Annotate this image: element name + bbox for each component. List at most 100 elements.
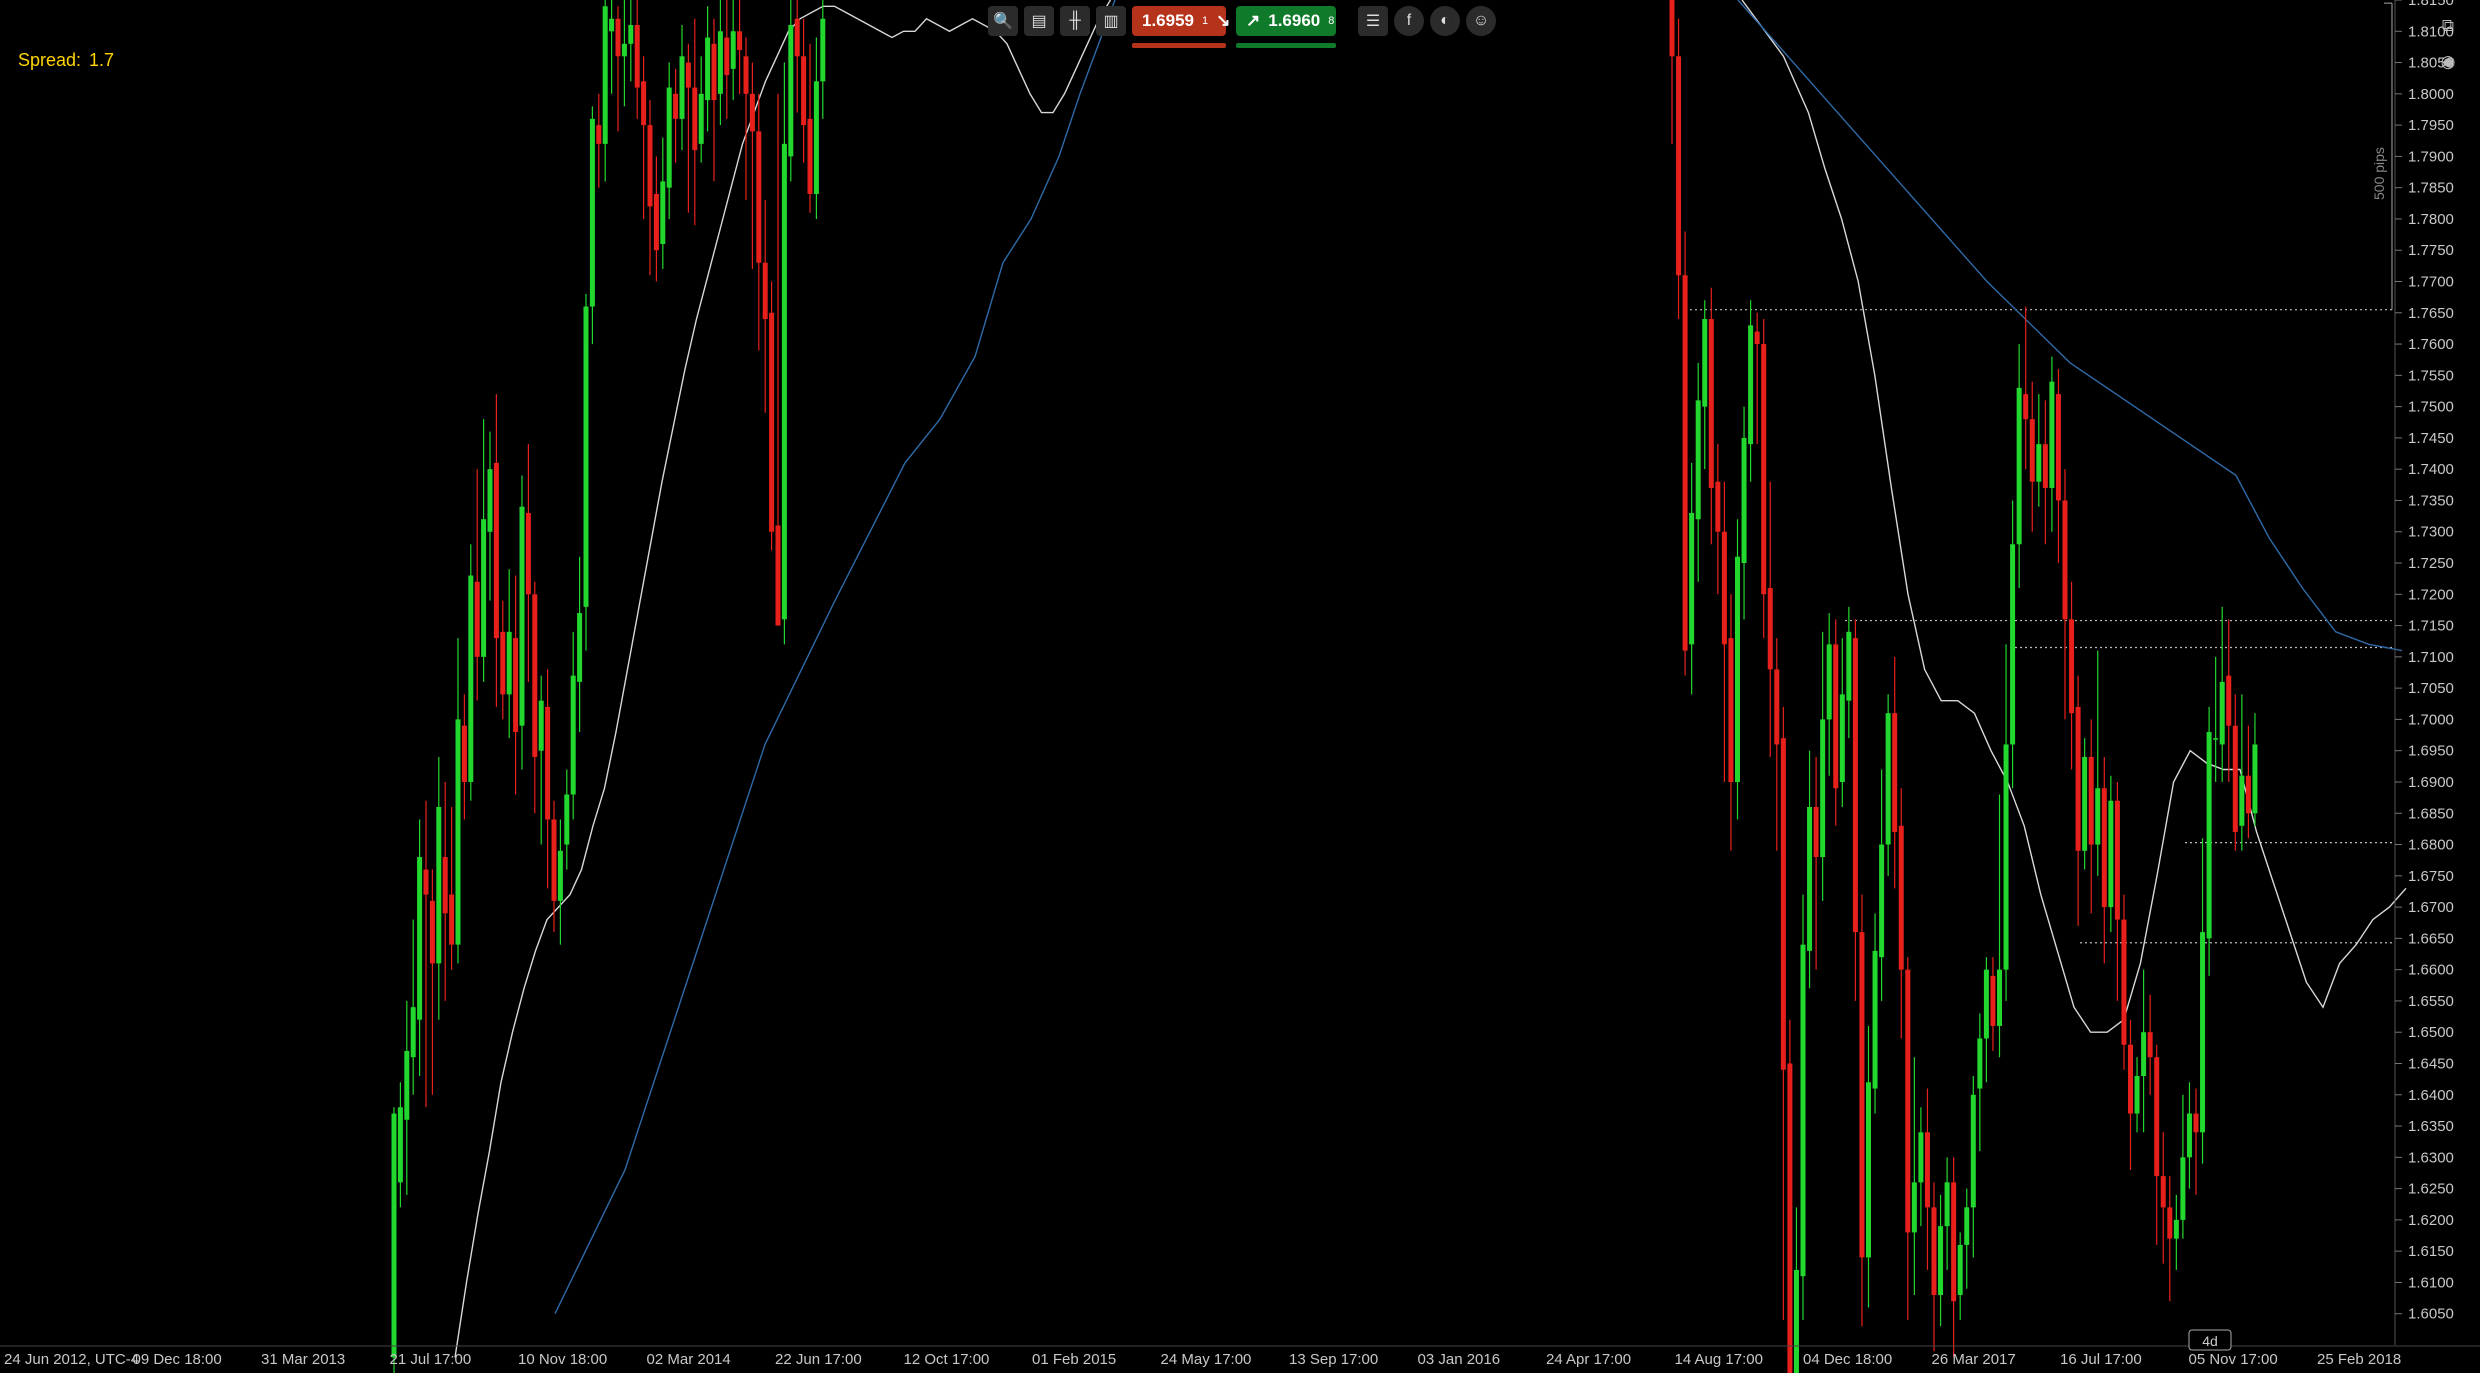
- candle: [391, 1107, 397, 1373]
- candle-body: [673, 93, 679, 119]
- candle-body: [641, 81, 647, 126]
- candle-body: [2252, 744, 2258, 814]
- user-icon[interactable]: ☺: [1466, 6, 1496, 36]
- period-marker[interactable]: 4d: [2188, 1329, 2232, 1351]
- buy-button[interactable]: ↗ 1.6960 8: [1236, 6, 1336, 48]
- price-tick-label: 1.6100: [2408, 1274, 2454, 1291]
- camera-icon[interactable]: ◉: [2436, 50, 2460, 74]
- price-tick-label: 1.6300: [2408, 1149, 2454, 1166]
- candle: [1898, 788, 1904, 1039]
- candle: [2147, 994, 2153, 1095]
- candle: [2160, 1132, 2166, 1264]
- candles-icon[interactable]: ╫: [1060, 6, 1090, 36]
- candle-body: [545, 706, 551, 820]
- candle: [1833, 619, 1839, 826]
- candle: [2003, 644, 2009, 1001]
- candle-body: [1728, 638, 1734, 782]
- candle: [481, 419, 487, 682]
- candle: [1872, 913, 1878, 1114]
- measure-label: 500 pips: [2371, 147, 2387, 200]
- candle: [1689, 462, 1695, 695]
- candle: [711, 18, 717, 182]
- chart-settings-icon[interactable]: ▤: [1024, 6, 1054, 36]
- candle: [615, 6, 621, 132]
- candle-body: [2128, 1044, 2133, 1114]
- sell-pip: 1: [1202, 15, 1209, 27]
- candle: [801, 18, 807, 163]
- candle: [609, 0, 615, 94]
- candle: [2055, 369, 2061, 564]
- price-chart[interactable]: 1.81501.81001.80501.80001.79501.79001.78…: [0, 0, 2480, 1373]
- detach-icon[interactable]: ⧉: [2436, 14, 2460, 38]
- candle-body: [1826, 644, 1832, 720]
- chart-toolbar: 🔍 ▤ ╫ ▥ 1.6959 1 ↘ ↗ 1.6960 8 ☰ f ◐ ☺: [988, 6, 1496, 48]
- candle: [653, 156, 659, 282]
- candle: [2108, 775, 2114, 933]
- candle: [589, 106, 595, 345]
- zoom-icon[interactable]: 🔍: [988, 6, 1018, 36]
- candle: [449, 807, 455, 970]
- candle: [1735, 519, 1740, 820]
- candle-body: [2206, 731, 2212, 939]
- candle-body: [2180, 1157, 2186, 1220]
- price-axis: 1.81501.81001.80501.80001.79501.79001.78…: [2394, 0, 2454, 1345]
- candle: [397, 1082, 403, 1208]
- candle: [429, 869, 435, 1095]
- candle-body: [813, 81, 819, 194]
- candle: [717, 0, 723, 126]
- candle-body: [487, 469, 493, 532]
- candle: [2167, 1176, 2173, 1302]
- sell-bar: [1132, 43, 1226, 48]
- price-tick-label: 1.7000: [2408, 711, 2454, 728]
- candle-body: [2042, 444, 2048, 488]
- candle-body: [551, 819, 557, 901]
- candle-body: [525, 512, 531, 595]
- price-tick-label: 1.6450: [2408, 1055, 2454, 1072]
- candle-body: [737, 31, 743, 51]
- ma-slow-line: [554, 0, 1116, 1315]
- price-tick-label: 1.7150: [2408, 618, 2454, 635]
- candle-body: [2121, 919, 2127, 1045]
- candle-body: [615, 18, 621, 57]
- candle-body: [2186, 1113, 2192, 1158]
- moving-averages: [454, 0, 2407, 1358]
- candle: [1826, 613, 1832, 776]
- price-tick-label: 1.7050: [2408, 680, 2454, 697]
- candle: [2200, 838, 2206, 1164]
- candle-body: [519, 506, 525, 726]
- candle: [513, 575, 519, 795]
- candle: [519, 475, 525, 770]
- candle: [487, 431, 493, 601]
- candle-body: [1820, 719, 1826, 858]
- volume-icon[interactable]: ▥: [1096, 6, 1126, 36]
- period-marker-label: 4d: [2202, 1333, 2218, 1349]
- candle-body: [2213, 738, 2219, 740]
- candle-body: [1872, 950, 1878, 1089]
- candle: [1754, 312, 1760, 445]
- candle: [506, 569, 512, 739]
- candle-body: [500, 631, 506, 695]
- candle: [1839, 638, 1845, 807]
- candle: [1669, 0, 1675, 144]
- candle-body: [1938, 1226, 1944, 1295]
- price-tick-label: 1.6850: [2408, 805, 2454, 822]
- time-tick-label: 22 Jun 17:00: [775, 1351, 862, 1368]
- price-tick-label: 1.6200: [2408, 1212, 2454, 1229]
- candle: [2154, 1044, 2160, 1245]
- candle: [1964, 1188, 1970, 1289]
- candle: [2101, 756, 2107, 964]
- candle: [2049, 356, 2055, 532]
- checklist-icon[interactable]: ☰: [1358, 6, 1388, 36]
- share-icon[interactable]: ◐: [1430, 6, 1460, 36]
- candle-body: [1741, 437, 1747, 564]
- facebook-icon[interactable]: f: [1394, 6, 1424, 36]
- time-tick-label: 04 Dec 18:00: [1803, 1351, 1892, 1368]
- price-tick-label: 1.6750: [2408, 868, 2454, 885]
- time-tick-label: 05 Nov 17:00: [2189, 1351, 2278, 1368]
- price-tick-label: 1.7450: [2408, 430, 2454, 447]
- time-axis: 24 Jun 2012, UTC-409 Dec 18:00 31 Mar 201…: [0, 1345, 2480, 1368]
- candle: [1708, 287, 1714, 545]
- candle: [794, 0, 800, 113]
- candle: [1787, 1019, 1793, 1373]
- sell-button[interactable]: 1.6959 1 ↘: [1132, 6, 1230, 48]
